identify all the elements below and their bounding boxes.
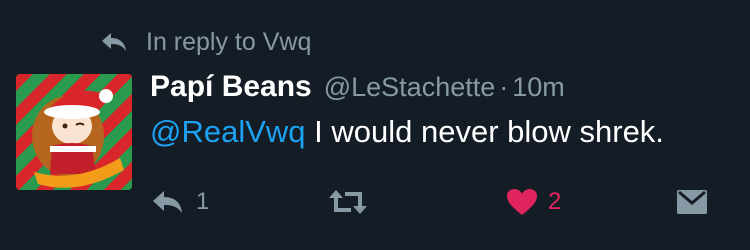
- tweet-actions: 1 2: [0, 182, 750, 222]
- reply-context[interactable]: In reply to Vwq: [100, 26, 311, 58]
- retweet-button[interactable]: [327, 182, 369, 222]
- tweet-body: I would never blow shrek.: [305, 114, 664, 149]
- tweet-text: @RealVwq I would never blow shrek.: [150, 114, 664, 150]
- like-button[interactable]: 2: [506, 182, 561, 222]
- tweet-header: Papí Beans @LeStachette · 10m: [150, 70, 565, 110]
- reply-count: 1: [196, 188, 210, 215]
- display-name[interactable]: Papí Beans: [150, 70, 312, 104]
- user-handle[interactable]: @LeStachette: [324, 72, 496, 103]
- direct-message-button[interactable]: [676, 182, 708, 222]
- heart-icon: [506, 188, 538, 216]
- timestamp[interactable]: 10m: [512, 72, 565, 103]
- tweet[interactable]: In reply to Vwq Papí Beans @LeStachette …: [0, 0, 750, 250]
- avatar[interactable]: [16, 74, 132, 190]
- separator-dot: ·: [499, 72, 509, 102]
- direct-message-icon: [676, 189, 708, 215]
- reply-icon: [100, 30, 128, 54]
- reply-button[interactable]: 1: [150, 182, 209, 222]
- mention-link[interactable]: @RealVwq: [150, 114, 306, 149]
- reply-context-text: In reply to Vwq: [146, 27, 312, 56]
- reply-icon: [150, 188, 186, 216]
- like-count: 2: [548, 188, 562, 215]
- retweet-icon: [327, 188, 369, 216]
